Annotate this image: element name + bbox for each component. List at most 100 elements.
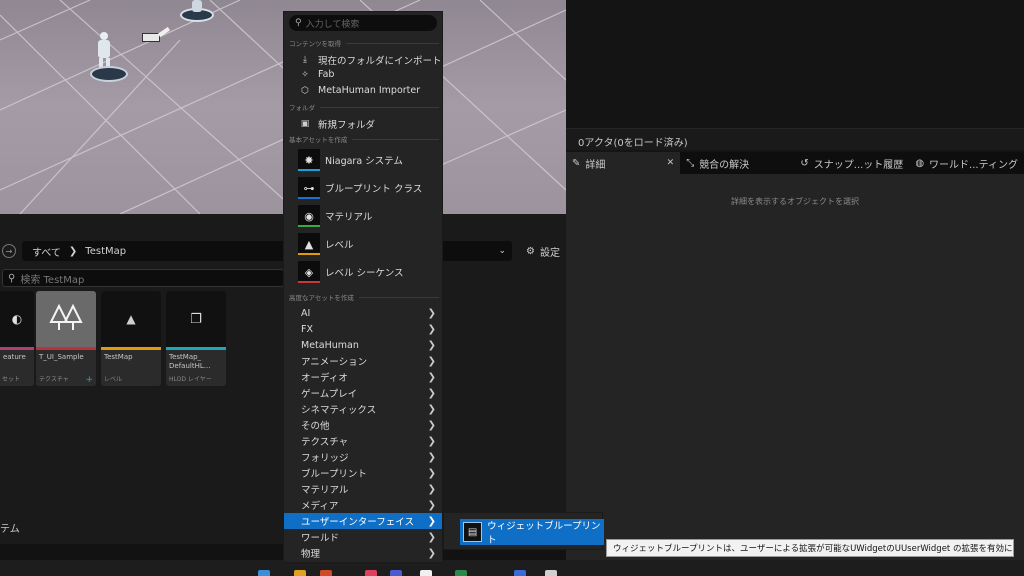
outliner-actor-count: 0アクタ(0をロード済み): [566, 128, 1024, 150]
cube-icon: ⬡: [301, 85, 309, 96]
chevron-down-icon[interactable]: ⌄: [498, 246, 506, 256]
asset-name: TestMap_ DefaultHL...: [169, 353, 211, 370]
menu-item-import-label: 現在のフォルダにインポート: [318, 56, 442, 67]
asset-type: テクスチャ: [39, 376, 69, 383]
taskbar-app-icon[interactable]: [420, 570, 432, 576]
category-label: アニメーション: [301, 357, 368, 368]
menu-item-new-folder[interactable]: ▣ 新規フォルダ: [298, 117, 375, 131]
taskbar-app-icon[interactable]: [320, 570, 332, 576]
widget-blueprint-icon: ▤: [463, 522, 483, 542]
menu-item-level[interactable]: ▲ レベル: [298, 231, 444, 257]
chevron-right-icon: ❯: [427, 531, 436, 543]
breadcrumb-current[interactable]: TestMap: [85, 246, 126, 257]
category-metahuman[interactable]: MetaHuman ❯: [284, 337, 442, 353]
taskbar-app-icon[interactable]: [294, 570, 306, 576]
menu-item-niagara-system[interactable]: ✸ Niagara システム: [298, 147, 444, 173]
windows-start-icon[interactable]: [258, 570, 270, 576]
category-foliage[interactable]: フォリッジ ❯: [284, 449, 442, 465]
category-label: ワールド: [301, 533, 340, 544]
chevron-right-icon: ❯: [427, 547, 436, 559]
tab-details[interactable]: ✎ 詳細 ✕: [566, 152, 681, 174]
menu-item-metahuman-label: MetaHuman Importer: [318, 85, 421, 96]
category-label: AI: [301, 307, 311, 319]
breadcrumb-separator-icon: ❯: [68, 245, 78, 257]
asset-search-input[interactable]: ⚲ 検索 TestMap: [2, 269, 284, 287]
taskbar-app-icon[interactable]: [365, 570, 377, 576]
chevron-right-icon: ❯: [427, 483, 436, 495]
chevron-right-icon: ❯: [427, 323, 436, 335]
actor-pawn-1[interactable]: [180, 0, 214, 24]
search-icon: ⚲: [295, 18, 302, 28]
category-animation[interactable]: アニメーション ❯: [284, 353, 442, 369]
chevron-right-icon: ❯: [427, 403, 436, 415]
menu-item-material[interactable]: ◉ マテリアル: [298, 203, 444, 229]
history-icon: ↺: [800, 157, 809, 169]
menu-item-widget-blueprint[interactable]: ▤ ウィジェットブループリント: [460, 519, 604, 546]
add-icon[interactable]: +: [85, 375, 93, 385]
category-audio[interactable]: オーディオ ❯: [284, 369, 442, 385]
level-editor-pencil-icon: [142, 26, 171, 44]
category-media[interactable]: メディア ❯: [284, 497, 442, 513]
category-world[interactable]: ワールド ❯: [284, 529, 442, 545]
category-label: ゲームプレイ: [301, 389, 358, 400]
tab-snapshot-history[interactable]: ↺ スナップ...ット履歴: [794, 152, 909, 174]
asset-tile[interactable]: ❐ TestMap_ DefaultHL... HLOD レイヤー: [166, 291, 226, 386]
chevron-right-icon: ❯: [427, 355, 436, 367]
menu-item-import[interactable]: ⤓ 現在のフォルダにインポート: [298, 53, 442, 67]
sources-label: テム: [0, 524, 20, 535]
menu-item-material-label: マテリアル: [325, 212, 373, 223]
taskbar-app-icon[interactable]: [455, 570, 467, 576]
actor-mannequin[interactable]: [90, 32, 130, 88]
asset-name: eature: [3, 353, 26, 361]
menu-item-new-folder-label: 新規フォルダ: [318, 120, 376, 131]
category-gameplay[interactable]: ゲームプレイ ❯: [284, 385, 442, 401]
category-texture[interactable]: テクスチャ ❯: [284, 433, 442, 449]
tab-world-settings[interactable]: ◍ ワールド...ティング: [909, 152, 1024, 174]
asset-type: レベル: [104, 376, 123, 383]
asset-tile[interactable]: T_UI_Sample テクスチャ +: [36, 291, 96, 386]
menu-item-level-sequence[interactable]: ◈ レベル シーケンス: [298, 259, 444, 285]
settings-button[interactable]: ⚙ 設定: [526, 244, 560, 259]
tab-world-label: ワールド...ティング: [929, 159, 1018, 171]
settings-label: 設定: [539, 247, 560, 259]
taskbar-app-icon[interactable]: [390, 570, 402, 576]
menu-item-fab-label: Fab: [318, 69, 335, 80]
category-material[interactable]: マテリアル ❯: [284, 481, 442, 497]
category-user-interface[interactable]: ユーザーインターフェイス ❯: [284, 513, 442, 529]
widget-blueprint-label: ウィジェットブループリント: [487, 521, 601, 546]
tab-details-label: 詳細: [585, 159, 606, 171]
breadcrumb-root[interactable]: すべて: [32, 244, 61, 259]
asset-type: HLOD レイヤー: [169, 376, 212, 383]
hlod-layer-icon: ❐: [190, 311, 202, 327]
menu-item-level-label: レベル: [325, 240, 354, 251]
menu-item-niagara-label: Niagara システム: [325, 156, 403, 167]
history-nav-icon[interactable]: →: [2, 244, 16, 258]
details-panel: 詳細を表示するオブジェクトを選択: [566, 174, 1024, 560]
menu-item-sequence-label: レベル シーケンス: [325, 268, 404, 279]
taskbar-app-icon[interactable]: [545, 570, 557, 576]
tab-merge-resolve[interactable]: ⤡ 競合の解決: [680, 152, 794, 174]
user-interface-submenu: ▤ ウィジェットブループリント: [443, 512, 604, 550]
category-ai[interactable]: AI ❯: [284, 305, 442, 321]
asset-thumbnail: ◐: [0, 291, 34, 347]
tab-merge-label: 競合の解決: [699, 159, 750, 171]
new-folder-icon: ▣: [300, 119, 310, 129]
asset-thumbnail: ▲: [101, 291, 161, 347]
category-misc[interactable]: その他 ❯: [284, 417, 442, 433]
category-physics[interactable]: 物理 ❯: [284, 545, 442, 561]
menu-item-metahuman-importer[interactable]: ⬡ MetaHuman Importer: [298, 85, 420, 96]
category-cinematics[interactable]: シネマティックス ❯: [284, 401, 442, 417]
asset-tile[interactable]: ▲ TestMap レベル: [101, 291, 161, 386]
category-blueprint[interactable]: ブループリント ❯: [284, 465, 442, 481]
close-icon[interactable]: ✕: [667, 158, 675, 168]
category-label: 物理: [301, 549, 321, 560]
taskbar-app-icon[interactable]: [514, 570, 526, 576]
category-fx[interactable]: FX ❯: [284, 321, 442, 337]
menu-item-fab[interactable]: ✧ Fab: [298, 69, 334, 80]
sequence-icon: ◈: [298, 261, 320, 283]
menu-search-input[interactable]: ⚲ 入力して検索: [289, 15, 437, 31]
menu-item-blueprint-class[interactable]: ⊶ ブループリント クラス: [298, 175, 444, 201]
tree-texture-icon: [49, 303, 83, 330]
asset-tile[interactable]: ◐ eature セット: [0, 291, 34, 386]
asset-search-placeholder: 検索 TestMap: [20, 274, 85, 286]
